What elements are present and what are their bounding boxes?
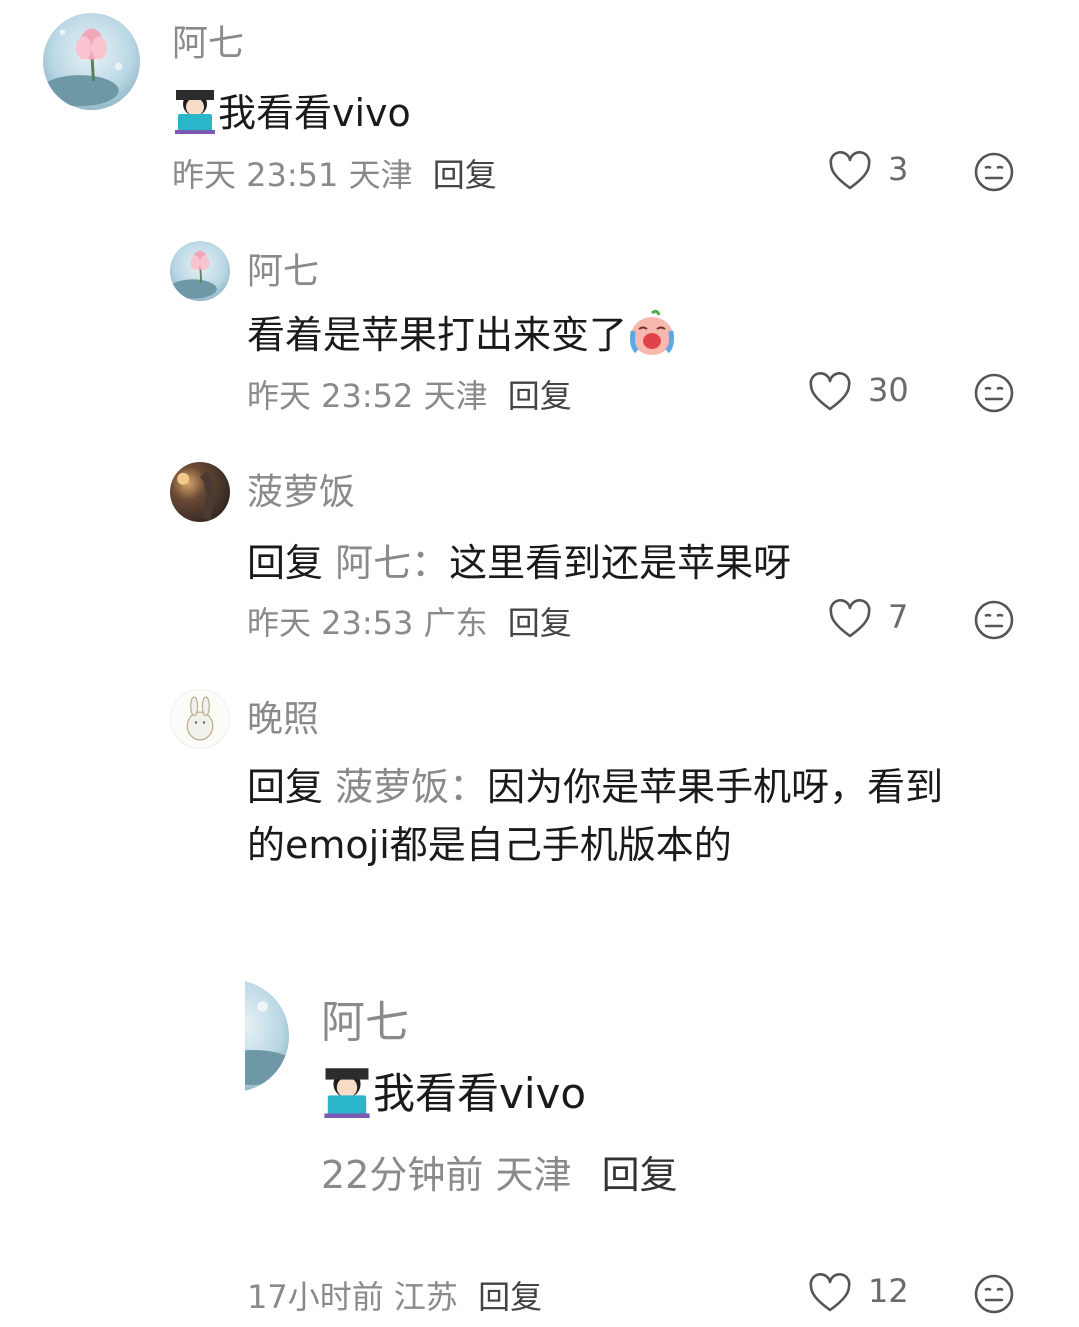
comment-text: 回复 阿七：这里看到还是苹果呀 — [247, 541, 792, 585]
comment-text: 回复 菠萝饭：因为你是苹果手机呀，看到 的emoji都是自己手机版本的 — [247, 765, 944, 867]
expressionless-face-icon — [974, 1274, 1014, 1314]
avatar[interactable] — [43, 13, 140, 110]
reply-button[interactable]: 回复 — [508, 604, 572, 642]
like-button[interactable] — [828, 599, 872, 643]
timestamp: 昨天 23:51 — [172, 156, 339, 194]
location: 天津 — [423, 377, 488, 415]
username[interactable]: 阿七 — [247, 242, 319, 294]
react-button[interactable] — [972, 150, 1016, 198]
avatar[interactable] — [170, 241, 230, 301]
reply-prefix: 回复 — [247, 541, 324, 585]
like-button[interactable] — [808, 372, 852, 416]
timestamp: 昨天 23:53 — [247, 604, 414, 642]
reply-prefix: 回复 — [247, 765, 324, 809]
comment-text: 看着是苹果打出来变了 — [247, 304, 677, 366]
timestamp: 昨天 23:52 — [247, 377, 414, 415]
username[interactable]: 阿七 — [172, 14, 244, 66]
expressionless-face-icon — [974, 152, 1014, 192]
mention-username[interactable]: 菠萝饭： — [335, 765, 487, 809]
comment-meta: 昨天 23:51 天津 回复 — [172, 150, 497, 196]
comment-text: 我看看vivo — [172, 82, 411, 143]
comment-meta: 昨天 23:53 广东 回复 — [247, 598, 572, 644]
like-count: 30 — [868, 371, 909, 409]
timestamp: 17小时前 — [247, 1278, 384, 1316]
mention-username[interactable]: 阿七： — [335, 541, 449, 585]
woman-technologist-icon — [172, 88, 218, 143]
crying-face-icon — [627, 309, 677, 366]
location: 江苏 — [393, 1278, 458, 1316]
reply-button[interactable]: 回复 — [478, 1278, 542, 1316]
like-count: 7 — [888, 598, 909, 636]
timestamp: 22分钟前 — [321, 1153, 484, 1197]
username[interactable]: 晚照 — [247, 690, 319, 742]
heart-outline-icon — [829, 151, 871, 190]
react-button[interactable] — [972, 371, 1016, 419]
reply-button[interactable]: 回复 — [602, 1153, 678, 1197]
heart-outline-icon — [809, 1273, 851, 1312]
avatar[interactable] — [170, 689, 230, 749]
reply-button[interactable]: 回复 — [508, 377, 572, 415]
react-button[interactable] — [972, 1272, 1016, 1320]
comment-meta: 昨天 23:52 天津 回复 — [247, 371, 572, 417]
location: 天津 — [495, 1153, 572, 1197]
like-button[interactable] — [808, 1273, 852, 1317]
embedded-screenshot: 阿七 我看看vivo 22分钟前 天津 回复 — [245, 980, 765, 1240]
comment-meta: 17小时前 江苏 回复 — [247, 1272, 542, 1318]
react-button[interactable] — [972, 598, 1016, 646]
heart-outline-icon — [829, 599, 871, 638]
comment-text: 我看看vivo — [321, 1060, 586, 1128]
reply-button[interactable]: 回复 — [433, 156, 497, 194]
woman-technologist-icon — [321, 1066, 373, 1128]
like-button[interactable] — [828, 151, 872, 195]
expressionless-face-icon — [974, 600, 1014, 640]
expressionless-face-icon — [974, 373, 1014, 413]
location: 天津 — [348, 156, 413, 194]
comment-meta: 22分钟前 天津 回复 — [321, 1144, 678, 1199]
like-count: 12 — [868, 1272, 909, 1310]
username[interactable]: 菠萝饭 — [247, 463, 355, 515]
heart-outline-icon — [809, 372, 851, 411]
avatar[interactable] — [245, 980, 289, 1092]
location: 广东 — [423, 604, 488, 642]
like-count: 3 — [888, 150, 909, 188]
avatar[interactable] — [170, 462, 230, 522]
username[interactable]: 阿七 — [321, 986, 409, 1050]
